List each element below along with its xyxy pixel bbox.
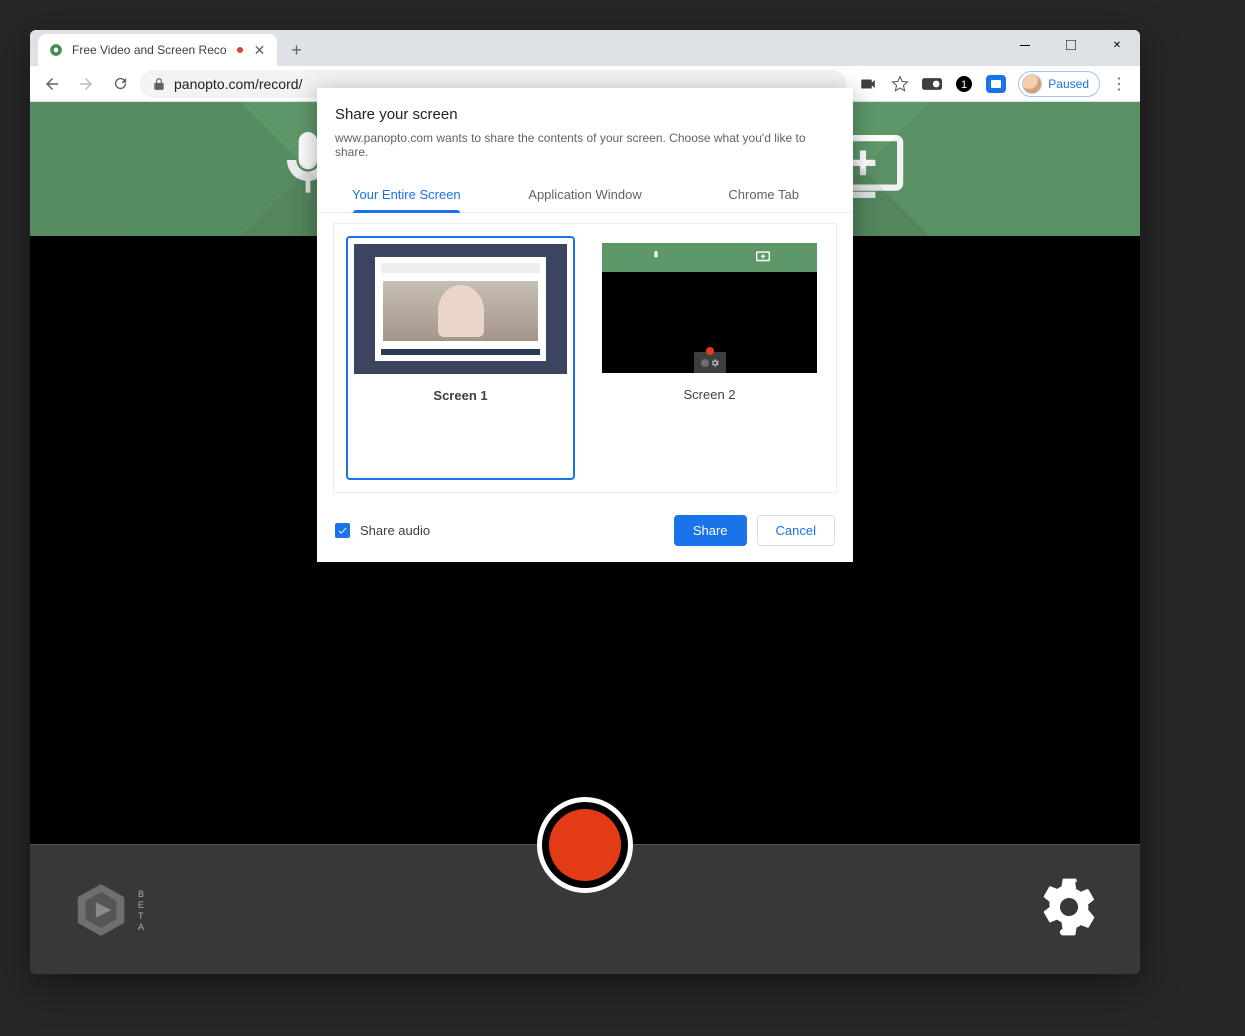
svg-text:E: E: [138, 900, 144, 910]
titlebar: Free Video and Screen Reco ✕ + ✕: [30, 30, 1140, 66]
tab-entire-screen[interactable]: Your Entire Screen: [317, 177, 496, 212]
lock-icon: [152, 77, 166, 91]
screen-1-option[interactable]: Screen 1: [346, 236, 575, 480]
share-screen-dialog: Share your screen www.panopto.com wants …: [317, 88, 853, 562]
record-indicator-icon: [549, 809, 621, 881]
browser-window: Free Video and Screen Reco ✕ + ✕ panopto…: [30, 30, 1140, 974]
svg-text:T: T: [138, 911, 144, 921]
url-text: panopto.com/record/: [174, 76, 302, 92]
dialog-header: Share your screen www.panopto.com wants …: [317, 88, 853, 165]
extension-icons: 1: [852, 74, 1012, 94]
nav-back-button[interactable]: [38, 70, 66, 98]
svg-text:A: A: [138, 922, 144, 932]
svg-text:B: B: [138, 889, 144, 899]
screen-2-label: Screen 2: [602, 373, 817, 408]
window-minimize-button[interactable]: [1002, 30, 1048, 60]
extension-2-icon[interactable]: 1: [954, 74, 974, 94]
screen-1-label: Screen 1: [354, 374, 567, 409]
tab-close-button[interactable]: ✕: [253, 43, 267, 57]
new-tab-button[interactable]: +: [283, 36, 311, 64]
dialog-title: Share your screen: [335, 106, 835, 123]
extension-3-icon[interactable]: [986, 74, 1006, 94]
video-camera-icon[interactable]: [858, 74, 878, 94]
panopto-favicon-icon: [48, 42, 64, 58]
share-audio-label: Share audio: [360, 523, 430, 538]
beta-badge: B E T A: [138, 887, 150, 933]
profile-label: Paused: [1048, 77, 1089, 91]
avatar-icon: [1022, 74, 1042, 94]
nav-forward-button[interactable]: [72, 70, 100, 98]
bottom-bar: B E T A: [30, 844, 1140, 974]
browser-menu-button[interactable]: ⋮: [1106, 70, 1132, 98]
panopto-logo: B E T A: [70, 879, 150, 941]
extension-1-icon[interactable]: [922, 74, 942, 94]
window-close-button[interactable]: ✕: [1094, 30, 1140, 60]
tab-chrome-tab[interactable]: Chrome Tab: [674, 177, 853, 212]
dialog-body: Screen 1 Screen 2: [333, 223, 837, 493]
window-maximize-button[interactable]: [1048, 30, 1094, 60]
settings-button[interactable]: [1038, 876, 1100, 943]
svg-text:1: 1: [961, 79, 967, 91]
window-controls: ✕: [1002, 30, 1140, 60]
cancel-button[interactable]: Cancel: [757, 515, 835, 546]
screen-2-thumbnail: [602, 243, 817, 373]
screen-2-option[interactable]: Screen 2: [595, 236, 824, 480]
gear-icon: [1038, 876, 1100, 938]
checkbox-checked-icon: [335, 523, 350, 538]
profile-chip[interactable]: Paused: [1018, 71, 1100, 97]
panopto-logo-icon: [70, 879, 132, 941]
dialog-tabs: Your Entire Screen Application Window Ch…: [317, 177, 853, 213]
screen-1-thumbnail: [354, 244, 567, 374]
share-audio-checkbox[interactable]: Share audio: [335, 523, 430, 538]
recording-indicator-icon: [235, 45, 245, 55]
dialog-subtitle: www.panopto.com wants to share the conte…: [335, 131, 835, 159]
browser-tab[interactable]: Free Video and Screen Reco ✕: [38, 34, 277, 66]
tab-application-window[interactable]: Application Window: [496, 177, 675, 212]
dialog-actions: Share Cancel: [674, 515, 835, 546]
dialog-footer: Share audio Share Cancel: [317, 493, 853, 546]
tab-title: Free Video and Screen Reco: [72, 43, 227, 57]
nav-reload-button[interactable]: [106, 70, 134, 98]
share-button[interactable]: Share: [674, 515, 747, 546]
star-icon[interactable]: [890, 74, 910, 94]
record-button[interactable]: [537, 797, 633, 893]
